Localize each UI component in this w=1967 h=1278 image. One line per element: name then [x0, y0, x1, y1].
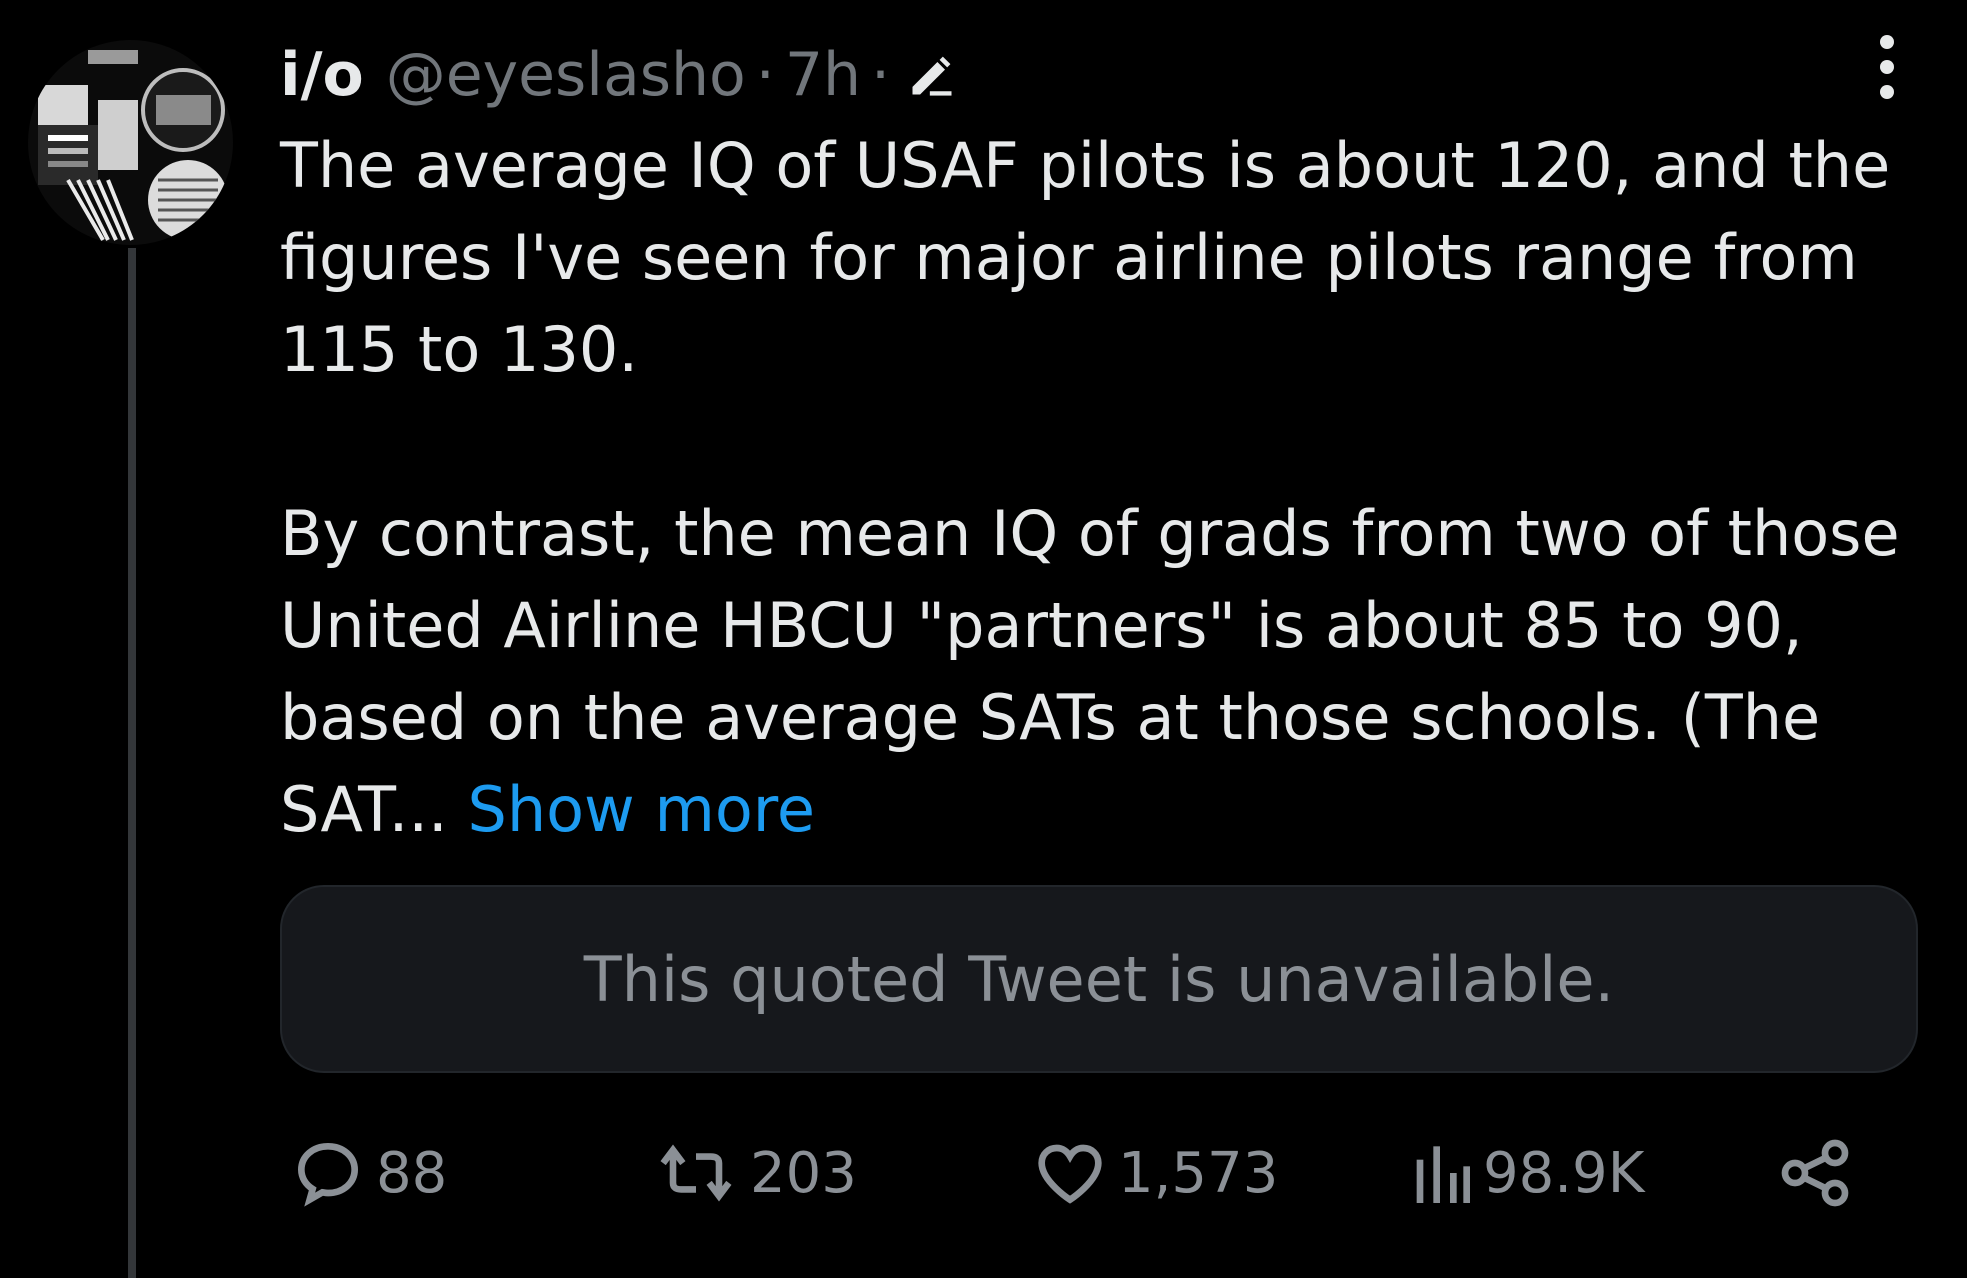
display-name[interactable]: i/o — [280, 30, 364, 120]
views-button[interactable]: 98.9K — [1405, 1128, 1644, 1218]
share-icon — [1781, 1139, 1849, 1207]
retweet-count: 203 — [750, 1140, 857, 1206]
views-count: 98.9K — [1483, 1140, 1645, 1206]
tweet: i/o @eyeslasho · 7h · The average IQ of … — [280, 30, 1920, 856]
separator-2: · — [871, 40, 891, 110]
reply-button[interactable]: 88 — [288, 1128, 447, 1218]
separator: · — [755, 40, 775, 110]
share-button[interactable] — [1775, 1128, 1855, 1218]
retweet-button[interactable]: 203 — [650, 1128, 857, 1218]
reply-count: 88 — [376, 1140, 448, 1206]
like-button[interactable]: 1,573 — [1030, 1128, 1278, 1218]
user-handle[interactable]: @eyeslasho — [386, 30, 746, 120]
retweet-icon — [660, 1144, 732, 1202]
action-bar: 88 203 1,573 98.9K — [280, 1128, 1940, 1218]
like-count: 1,573 — [1118, 1140, 1279, 1206]
quoted-tweet-message: This quoted Tweet is unavailable. — [583, 942, 1615, 1016]
views-chart-icon — [1416, 1146, 1470, 1203]
show-more-link[interactable]: Show more — [467, 773, 815, 846]
pencil-icon — [912, 56, 952, 96]
avatar[interactable] — [28, 40, 233, 245]
heart-icon — [1038, 1144, 1102, 1204]
thread-line — [128, 248, 136, 1278]
avatar-image — [28, 40, 233, 245]
quoted-tweet-unavailable: This quoted Tweet is unavailable. — [280, 885, 1918, 1073]
tweet-text: The average IQ of USAF pilots is about 1… — [280, 120, 1940, 856]
tweet-paragraph-1: The average IQ of USAF pilots is about 1… — [280, 129, 1891, 386]
tweet-paragraph-2: By contrast, the mean IQ of grads from t… — [280, 488, 1940, 856]
reply-icon — [297, 1142, 359, 1207]
timestamp[interactable]: 7h — [785, 30, 861, 120]
tweet-header: i/o @eyeslasho · 7h · — [280, 30, 1920, 120]
